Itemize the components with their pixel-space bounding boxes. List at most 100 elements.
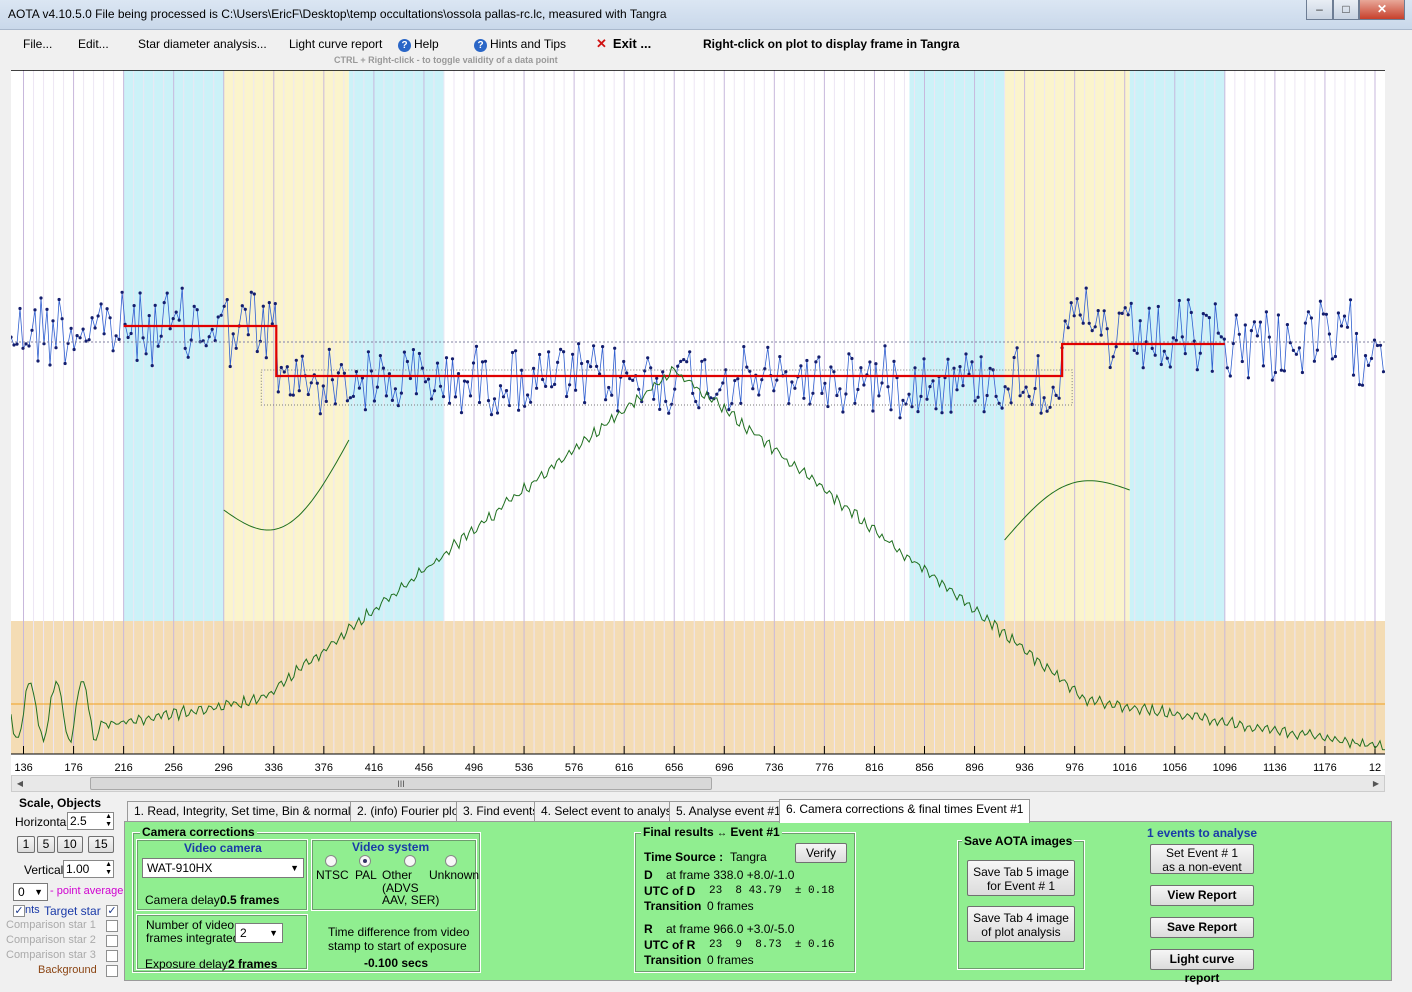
data-point — [435, 361, 440, 365]
data-point — [628, 377, 632, 381]
tab-read-integrity[interactable]: 1. Read, Integrity, Set time, Bin & norm… — [127, 801, 373, 822]
data-point — [405, 359, 409, 364]
points-checkbox[interactable]: ✓ — [13, 905, 25, 917]
light-curve-report-button[interactable]: Light curve report — [1150, 949, 1254, 985]
x-tick-label: 1016 — [1112, 762, 1136, 774]
data-point — [1318, 299, 1322, 303]
light-curve-svg[interactable]: 136 176 216 256 296 336 376 416 456 496 536 576 616 6… — [11, 70, 1385, 775]
data-point — [1360, 383, 1365, 387]
menu-exit[interactable]: ✕ Exit ... — [596, 36, 651, 52]
target-star-checkbox[interactable]: ✓ — [106, 905, 118, 917]
data-point — [790, 380, 794, 384]
x-tick-label: 216 — [114, 762, 132, 774]
comparison-star-2-checkbox[interactable] — [106, 935, 118, 947]
vertical-spinner[interactable]: 1.00 ▲ ▼ — [63, 860, 114, 878]
camera-model-select[interactable]: WAT-910HX ▼ — [142, 858, 304, 878]
x-tick-label: 416 — [365, 762, 383, 774]
vertical-spinner-arrows-icon[interactable]: ▲ ▼ — [105, 861, 112, 877]
other-radio[interactable] — [404, 855, 416, 867]
set-non-event-button[interactable]: Set Event # 1 as a non-event — [1150, 844, 1254, 874]
pal-radio[interactable] — [359, 855, 371, 867]
data-point — [1150, 346, 1154, 350]
data-point — [1255, 334, 1259, 338]
point-average-select[interactable]: 0 ▼ — [13, 883, 48, 901]
point-average-label: - point average — [50, 885, 124, 897]
menu-edit[interactable]: Edit... — [78, 37, 109, 51]
x-tick-label: 1056 — [1163, 762, 1187, 774]
scale-button-15[interactable]: 15 — [88, 836, 114, 853]
frames-integrated-select[interactable]: 2 ▼ — [235, 923, 283, 943]
tab-find-events[interactable]: 3. Find events — [456, 801, 546, 822]
scale-button-1[interactable]: 1 — [17, 836, 35, 853]
data-point — [225, 298, 229, 302]
shaded-region-3 — [909, 70, 1005, 621]
data-point — [1069, 301, 1073, 305]
comparison-star-2-label: Comparison star 2 — [6, 934, 96, 946]
data-point — [453, 395, 458, 399]
data-point — [757, 393, 761, 397]
data-point — [1204, 313, 1208, 317]
data-point — [246, 333, 250, 337]
scroll-thumb[interactable]: III — [90, 777, 712, 790]
data-point — [1327, 332, 1331, 336]
data-point — [39, 296, 43, 300]
close-button[interactable]: ✕ — [1359, 0, 1405, 20]
x-tick-label: 256 — [164, 762, 182, 774]
data-point — [1243, 323, 1247, 327]
menu-hints[interactable]: ? Hints and Tips — [474, 37, 566, 52]
ntsc-radio[interactable] — [325, 855, 337, 867]
data-point — [42, 342, 46, 346]
save-report-button[interactable]: Save Report — [1150, 917, 1254, 938]
tab-fourier-plot[interactable]: 2. (info) Fourier plot — [350, 801, 469, 822]
verify-button[interactable]: Verify — [795, 843, 847, 863]
horizontal-spinner[interactable]: 2.5 ▲ ▼ — [67, 812, 114, 830]
data-point — [171, 317, 175, 321]
transition-r-label: Transition — [644, 953, 702, 967]
background-checkbox[interactable] — [106, 965, 118, 977]
data-point — [1213, 302, 1217, 306]
tab-analyse-event[interactable]: 5. Analyse event #1 — [669, 801, 788, 822]
x-tick-label: 296 — [215, 762, 233, 774]
data-point — [495, 411, 500, 415]
scale-button-10[interactable]: 10 — [57, 836, 83, 853]
menu-star-diameter[interactable]: Star diameter analysis... — [138, 37, 267, 51]
data-point — [1147, 306, 1151, 310]
data-point — [180, 286, 184, 290]
comparison-star-3-checkbox[interactable] — [106, 950, 118, 962]
data-point — [1258, 320, 1262, 324]
x-tick-label: 656 — [665, 762, 683, 774]
light-curve-plot[interactable]: 136 176 216 256 296 336 376 416 456 496 536 576 616 6… — [11, 70, 1385, 775]
spinner-arrows-icon[interactable]: ▲ ▼ — [105, 813, 112, 829]
plot-horizontal-scrollbar[interactable]: ◀ III ▶ — [11, 775, 1385, 792]
menu-file[interactable]: File... — [23, 37, 52, 51]
maximize-button[interactable]: □ — [1333, 0, 1359, 20]
menu-light-curve-report[interactable]: Light curve report — [289, 37, 382, 51]
data-point — [1093, 325, 1097, 329]
data-point — [93, 326, 97, 330]
background-label: Background — [38, 964, 97, 976]
data-point — [114, 334, 118, 338]
save-tab4-image-button[interactable]: Save Tab 4 image of plot analysis — [967, 906, 1075, 942]
data-point — [925, 397, 929, 401]
x-tick-label: 936 — [1015, 762, 1033, 774]
data-point — [568, 383, 572, 387]
data-point — [429, 397, 434, 401]
data-point — [1276, 313, 1280, 317]
scroll-left-arrow[interactable]: ◀ — [13, 777, 27, 790]
data-point — [444, 356, 449, 360]
menu-help[interactable]: ? Help — [398, 37, 439, 52]
save-tab5-image-button[interactable]: Save Tab 5 image for Event # 1 — [967, 860, 1075, 896]
scale-button-5[interactable]: 5 — [37, 836, 55, 853]
view-report-button[interactable]: View Report — [1150, 885, 1254, 906]
data-point — [829, 365, 833, 369]
d-label: D — [644, 868, 653, 882]
minimize-button[interactable]: – — [1306, 0, 1333, 20]
tab-camera-corrections[interactable]: 6. Camera corrections & final times Even… — [779, 799, 1031, 823]
vertical-value: 1.00 — [66, 862, 90, 876]
comparison-star-1-checkbox[interactable] — [106, 920, 118, 932]
tab-select-event[interactable]: 4. Select event to analyse — [534, 801, 686, 822]
scroll-right-arrow[interactable]: ▶ — [1369, 777, 1383, 790]
data-point — [820, 391, 824, 395]
transition-r-value: 0 frames — [707, 953, 754, 967]
unknown-radio[interactable] — [445, 855, 457, 867]
